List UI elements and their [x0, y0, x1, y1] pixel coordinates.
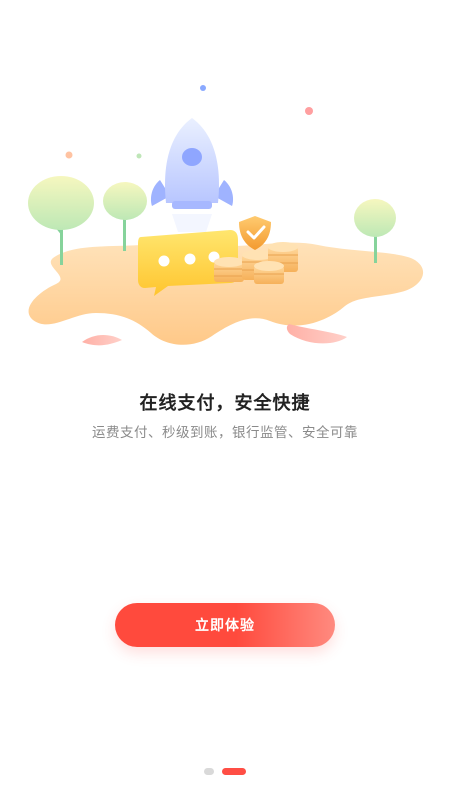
sparkle-dot	[200, 85, 206, 91]
pink-shadow-right	[286, 324, 347, 344]
sparkle-dot	[136, 153, 142, 159]
onboarding-subtitle: 运费支付、秒级到账，银行监管、安全可靠	[92, 425, 358, 441]
coin-stack-icon	[214, 257, 244, 282]
pink-shadow-left	[82, 334, 122, 346]
page-indicator-dot-active[interactable]	[222, 767, 246, 775]
page-indicator-dot[interactable]	[204, 767, 214, 775]
sparkle-dot	[305, 107, 313, 115]
rocket-icon	[150, 118, 234, 232]
onboarding-title: 在线支付，安全快捷	[139, 393, 311, 414]
page-indicator	[0, 766, 450, 776]
coin-stack-icon	[254, 261, 284, 284]
sparkle-dot	[65, 151, 73, 159]
onboarding-illustration	[0, 70, 450, 370]
try-now-button[interactable]: 立即体验	[115, 603, 335, 647]
